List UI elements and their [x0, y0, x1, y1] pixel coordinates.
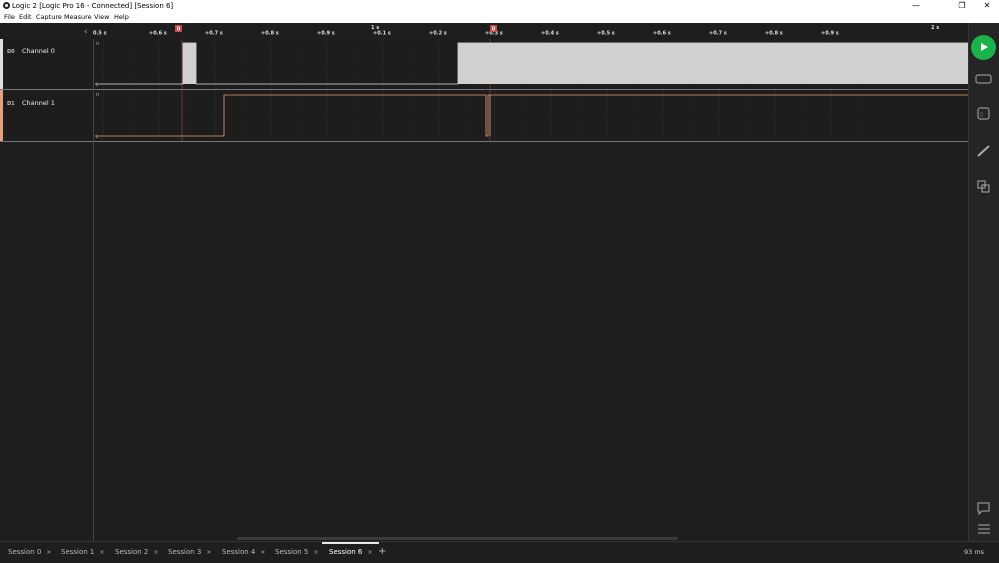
close-tab-icon[interactable]: × [153, 549, 158, 556]
close-tab-icon[interactable]: × [260, 549, 265, 556]
analyzers-icon[interactable] [975, 72, 993, 86]
notes-icon[interactable] [975, 501, 993, 515]
channel-0-waveform [95, 42, 968, 85]
tab-session-4[interactable]: Session 4 × [222, 542, 265, 562]
channel-1-waveform [95, 94, 968, 137]
tab-label: Session 3 [168, 548, 202, 556]
extensions-icon[interactable]: ▯ [975, 107, 993, 121]
tab-session-6[interactable]: Session 6 × [322, 542, 380, 562]
session-tab-bar: Session 0 × Session 1 × Session 2 × Session… [0, 541, 999, 563]
add-session-button[interactable]: + [378, 542, 386, 562]
measure-icon[interactable] [975, 144, 993, 158]
tab-session-5[interactable]: Session 5 × [275, 542, 318, 562]
close-tab-icon[interactable]: × [313, 549, 318, 556]
right-sidebar [968, 23, 999, 541]
tab-label: Session 0 [8, 548, 42, 556]
zoom-level: 93 ms [964, 548, 985, 556]
tab-label: Session 4 [222, 548, 256, 556]
channel-0-pulse-a [183, 43, 196, 84]
horizontal-scrollbar[interactable] [237, 537, 678, 540]
close-tab-icon[interactable]: × [367, 549, 372, 556]
svg-text:▯: ▯ [980, 112, 983, 118]
tab-session-3[interactable]: Session 3 × [168, 542, 211, 562]
channel-0-pulse-b [458, 43, 968, 84]
tab-session-0[interactable]: Session 0 × [8, 542, 51, 562]
timing-markers-icon[interactable] [975, 180, 993, 194]
tab-label: Session 1 [61, 548, 95, 556]
menu-icon[interactable] [975, 522, 993, 536]
start-capture-button[interactable] [971, 35, 996, 60]
tab-session-2[interactable]: Session 2 × [115, 542, 158, 562]
tab-label: Session 2 [115, 548, 149, 556]
tab-label: Session 6 [329, 548, 363, 556]
waveform-canvas[interactable] [0, 0, 968, 541]
close-window-button[interactable]: ✕ [975, 0, 999, 12]
close-tab-icon[interactable]: × [206, 549, 211, 556]
close-tab-icon[interactable]: × [99, 549, 104, 556]
close-tab-icon[interactable]: × [46, 549, 51, 556]
tab-session-1[interactable]: Session 1 × [61, 542, 104, 562]
tab-label: Session 5 [275, 548, 309, 556]
